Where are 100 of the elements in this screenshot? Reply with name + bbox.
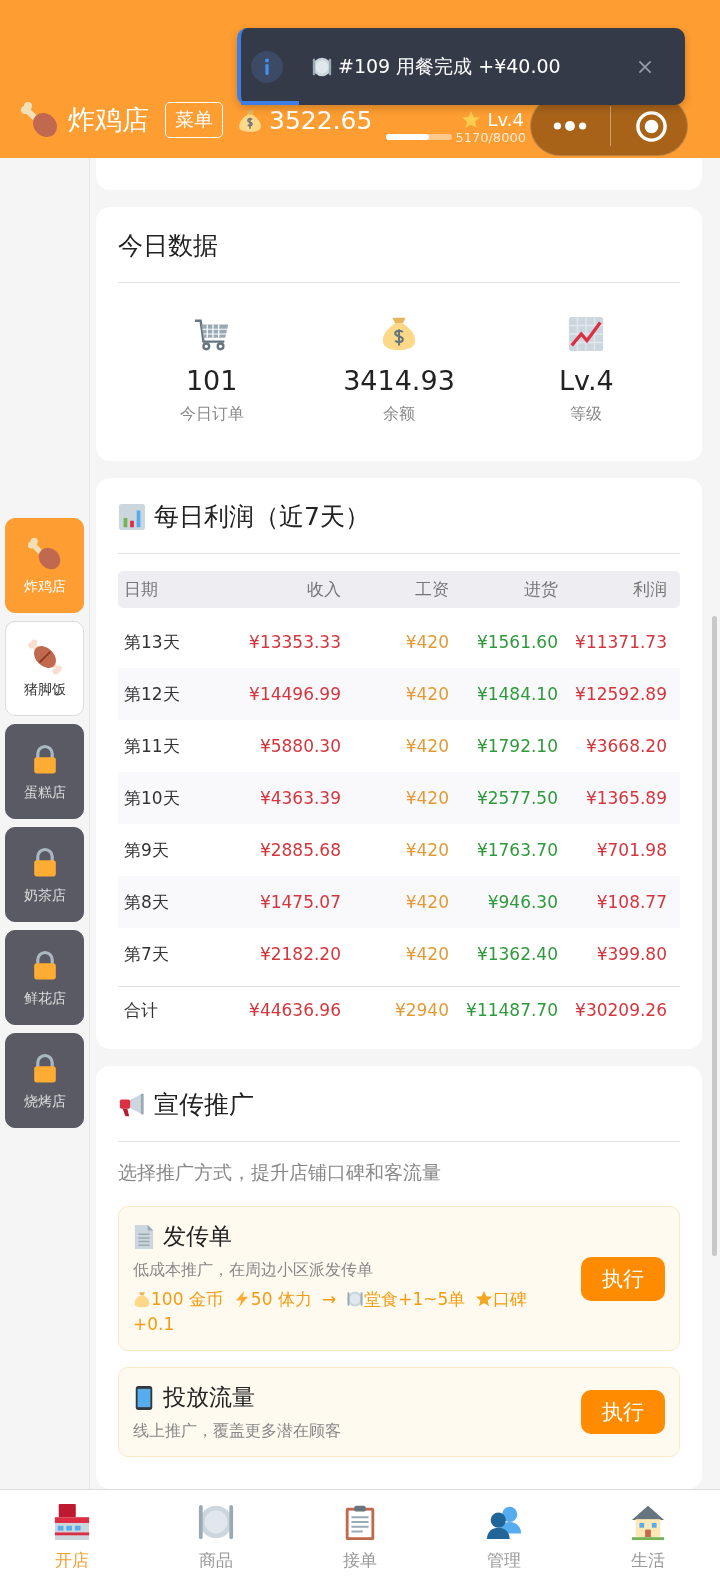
column-header: 工资 xyxy=(414,578,449,601)
execute-button[interactable]: 执行 xyxy=(581,1390,665,1435)
document-icon xyxy=(133,1223,155,1250)
table-cell-text: ¥2577.50 xyxy=(475,788,558,808)
table-cell-text: ¥420 xyxy=(404,944,449,964)
table-cell-text: 第10天 xyxy=(124,786,181,810)
action-effects: 100 金币 50 体力 → 堂食+1~5单 口碑+0.1 xyxy=(133,1288,529,1336)
shop-tab[interactable]: 炸鸡店 xyxy=(5,518,84,613)
table-cell-text: ¥420 xyxy=(404,632,449,652)
card-title: 每日利润（近7天） xyxy=(154,501,370,533)
nav-tab[interactable]: 管理 xyxy=(432,1490,576,1584)
store-icon xyxy=(53,1502,91,1541)
table-cell-text: ¥1763.70 xyxy=(475,840,558,860)
plate-icon xyxy=(346,1290,365,1308)
table-cell-text: ¥1362.40 xyxy=(475,944,558,964)
table-cell-text: ¥2182.20 xyxy=(258,944,341,964)
table-cell-text: 第8天 xyxy=(124,890,170,914)
action-description: 低成本推广，在周边小区派发传单 xyxy=(133,1260,374,1281)
table-cell-text: ¥4363.39 xyxy=(258,788,341,808)
money-bag-icon xyxy=(133,1290,151,1308)
column-header: 收入 xyxy=(306,578,341,601)
table-cell-text: ¥14496.99 xyxy=(248,684,341,704)
table-cell-text: ¥108.77 xyxy=(595,892,667,912)
table-cell-text: ¥11371.73 xyxy=(574,632,667,652)
table-cell-text: 第11天 xyxy=(124,734,181,758)
toast-message: #109 用餐完成 +¥40.00 xyxy=(338,53,561,79)
nav-tab[interactable]: 商品 xyxy=(144,1490,288,1584)
table-cell-text: ¥1484.10 xyxy=(475,684,558,704)
stat-value: 101 xyxy=(185,365,238,396)
total-cell-text: ¥2940 xyxy=(393,1000,449,1020)
action-title: 投放流量 xyxy=(163,1383,255,1413)
shop-tab[interactable]: 奶茶店 xyxy=(5,827,84,922)
table-cell-text: ¥420 xyxy=(404,788,449,808)
stat-value: 3414.93 xyxy=(343,365,455,396)
total-cell-text: ¥44636.96 xyxy=(248,1000,341,1020)
table-cell-text: ¥1365.89 xyxy=(584,788,667,808)
stat-label: 今日订单 xyxy=(179,404,244,425)
chart-increasing-icon xyxy=(567,315,606,353)
action-title: 发传单 xyxy=(163,1222,232,1251)
table-cell-text: ¥1475.07 xyxy=(258,892,341,912)
more-icon[interactable] xyxy=(552,120,588,132)
table-cell-text: ¥420 xyxy=(404,684,449,704)
table-cell-text: ¥1792.10 xyxy=(475,736,558,756)
shop-tab[interactable]: 鲜花店 xyxy=(5,930,84,1025)
total-cell-text: ¥30209.26 xyxy=(574,1000,667,1020)
table-cell-text: ¥420 xyxy=(404,840,449,860)
nav-tab[interactable]: 接单 xyxy=(288,1490,432,1584)
shop-tab[interactable]: 猪脚饭 xyxy=(5,621,84,716)
table-cell-text: ¥946.30 xyxy=(486,892,558,912)
plate-icon xyxy=(311,55,333,78)
plate-cutlery-icon xyxy=(197,1502,235,1541)
card-title: 今日数据 xyxy=(118,229,680,283)
table-cell-text: ¥420 xyxy=(404,736,449,756)
table-cell-text: 第9天 xyxy=(124,838,170,862)
table-cell-text: 第13天 xyxy=(124,630,181,654)
drumstick-icon xyxy=(20,100,60,140)
stat-label: 余额 xyxy=(383,404,415,425)
execute-button[interactable]: 执行 xyxy=(581,1256,665,1301)
table-cell-text: ¥13353.33 xyxy=(248,632,341,652)
drumstick-icon xyxy=(26,535,63,572)
star-icon xyxy=(461,109,482,130)
action-description: 线上推广，覆盖更多潜在顾客 xyxy=(133,1421,342,1443)
star-icon xyxy=(475,1290,494,1308)
money-bag-icon xyxy=(380,315,418,353)
menu-button[interactable]: 菜单 xyxy=(165,102,223,138)
money-bag-icon xyxy=(237,107,263,133)
table-cell-text: 第12天 xyxy=(124,682,181,706)
table-cell-text: ¥2885.68 xyxy=(258,840,341,860)
shop-name: 炸鸡店 xyxy=(68,103,149,137)
xp-reading: 5170/8000 xyxy=(455,129,526,145)
shop-tab[interactable]: 蛋糕店 xyxy=(5,724,84,819)
stat-value: Lv.4 xyxy=(558,365,614,396)
table-cell-text: ¥701.98 xyxy=(595,840,667,860)
table-cell-text: ¥12592.89 xyxy=(574,684,667,704)
total-cell-text: ¥11487.70 xyxy=(465,1000,558,1020)
coin-balance: 3522.65 xyxy=(269,105,373,135)
column-header: 日期 xyxy=(124,578,159,601)
column-header: 利润 xyxy=(632,578,667,601)
table-cell-text: ¥399.80 xyxy=(595,944,667,964)
nav-tab[interactable]: 生活 xyxy=(576,1490,720,1584)
phone-icon xyxy=(133,1384,155,1411)
table-cell-text: ¥5880.30 xyxy=(258,736,341,756)
total-cell-text: 合计 xyxy=(124,998,159,1022)
close-icon[interactable] xyxy=(637,58,653,75)
table-cell-text: ¥3668.20 xyxy=(584,736,667,756)
table-cell-text: ¥1561.60 xyxy=(475,632,558,652)
shop-tab[interactable]: 烧烤店 xyxy=(5,1033,84,1128)
xp-bar xyxy=(386,134,453,140)
card-subtitle: 选择推广方式，提升店铺口碑和客流量 xyxy=(118,1160,442,1185)
nav-tab[interactable]: 开店 xyxy=(0,1490,144,1584)
stat-label: 等级 xyxy=(570,404,603,425)
level-label: Lv.4 xyxy=(487,109,524,130)
table-cell-text: 第7天 xyxy=(124,942,170,966)
meat-on-bone-icon xyxy=(26,638,63,675)
card-title: 宣传推广 xyxy=(154,1089,254,1121)
close-target-icon[interactable] xyxy=(635,109,668,143)
info-icon xyxy=(251,50,283,83)
bar-chart-icon xyxy=(118,502,146,531)
table-cell-text: ¥420 xyxy=(404,892,449,912)
column-header: 进货 xyxy=(523,578,558,601)
